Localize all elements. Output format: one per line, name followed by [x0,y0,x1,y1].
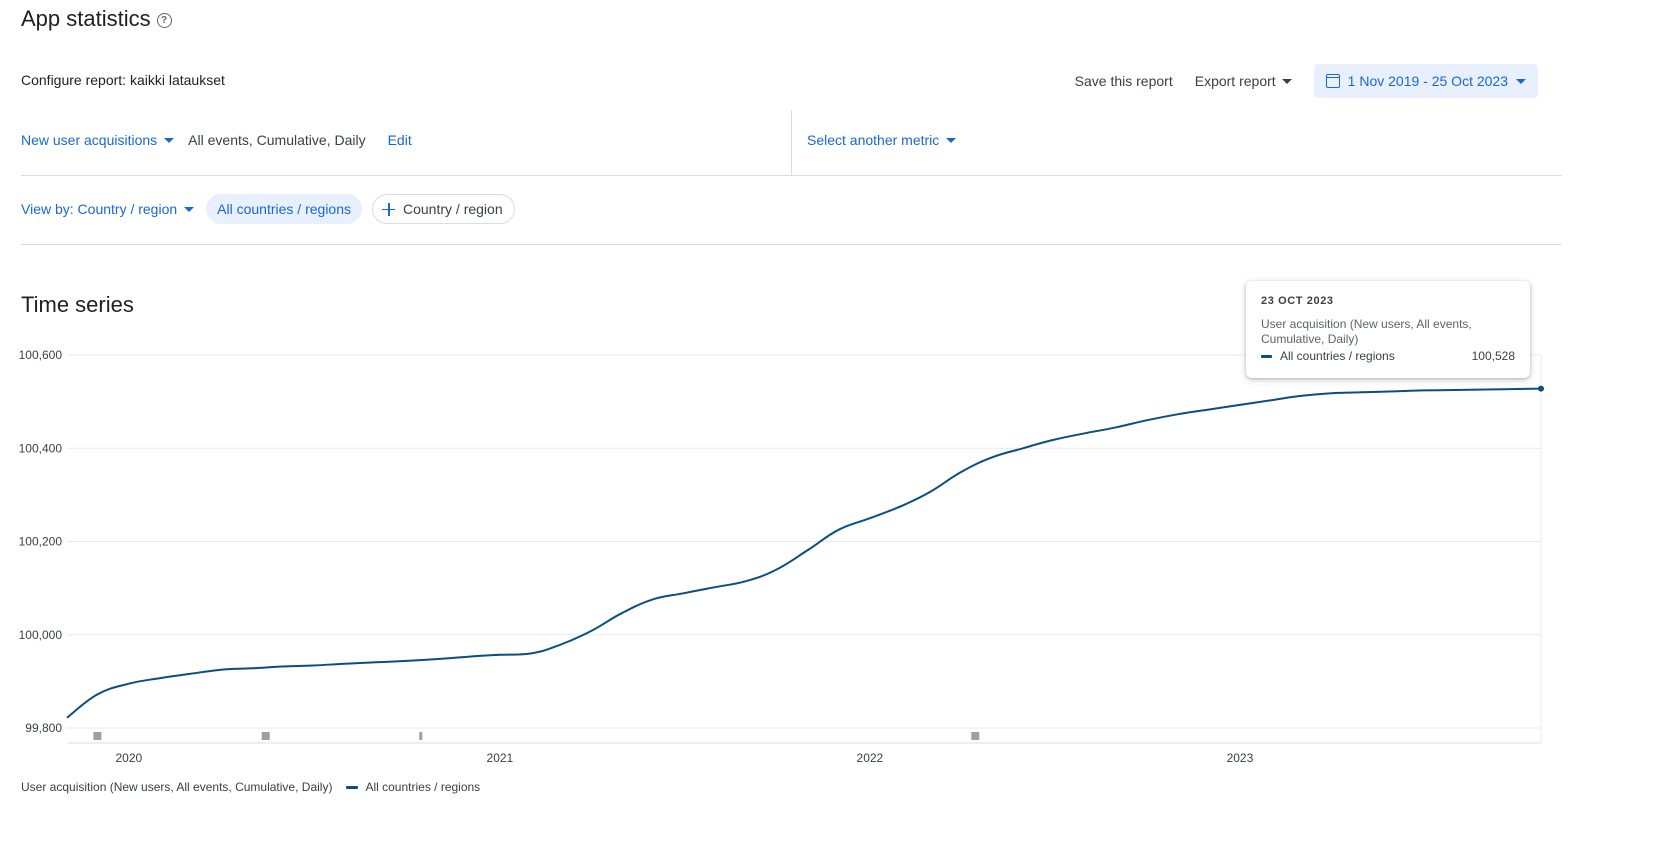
metric-selector[interactable]: New user acquisitions [21,132,175,148]
chevron-down-icon [1516,78,1526,84]
annotation-marker [971,732,980,740]
y-tick-label: 100,200 [19,535,63,549]
legend-metric: User acquisition (New users, All events,… [21,780,333,794]
x-tick-label: 2021 [487,751,514,765]
annotation-markers [93,732,980,740]
calendar-icon [1325,74,1340,88]
tooltip-metric: User acquisition (New users, All events,… [1261,317,1472,346]
annotation-marker [419,732,423,740]
y-tick-label: 99,800 [25,721,62,735]
y-tick-label: 100,000 [19,628,63,642]
y-tick-label: 100,600 [19,348,63,362]
tooltip-date: 23 OCT 2023 [1261,295,1334,307]
export-report-button[interactable]: Export report [1195,64,1292,98]
x-tick-label: 2020 [115,751,142,765]
y-axis-ticks: 99,800 100,000 100,200 100,400 100,600 [19,348,63,735]
all-countries-chip[interactable]: All countries / regions [206,194,362,224]
annotation-marker [93,732,102,740]
chevron-down-icon [184,206,195,212]
chevron-down-icon [1281,78,1292,84]
top-actions: Save this report Export report 1 Nov 201… [1075,64,1538,98]
x-tick-label: 2023 [1227,751,1254,765]
x-tick-label: 2022 [857,751,884,765]
select-another-metric[interactable]: Select another metric [807,132,957,148]
view-inner: View by: Country / region All countries … [21,194,515,224]
metric-divider [791,110,792,176]
tooltip-row: All countries / regions 100,528 [1261,349,1515,363]
tooltip-series: All countries / regions [1280,349,1395,363]
chart-legend: User acquisition (New users, All events,… [21,780,480,794]
chevron-down-icon [946,137,957,143]
metric-detail: All events, Cumulative, Daily [188,132,366,148]
metric-right: Select another metric [807,132,957,148]
add-country-chip[interactable]: Country / region [372,194,515,224]
help-circle-icon[interactable]: ? [156,13,172,28]
configure-report-label: Configure report: kaikki lataukset [21,72,225,88]
page-title-text: App statistics [21,6,151,31]
edit-metric-link[interactable]: Edit [388,132,412,148]
legend-item[interactable]: All countries / regions [346,780,480,794]
select-another-metric-label: Select another metric [807,132,940,148]
y-tick-label: 100,400 [19,441,63,455]
metric-left: New user acquisitions All events, Cumula… [21,132,412,148]
export-report-label: Export report [1194,73,1276,89]
page-title: App statistics ? [21,6,172,32]
metric-selector-label: New user acquisitions [21,132,158,148]
date-range-label: 1 Nov 2019 - 25 Oct 2023 [1347,73,1508,89]
section-title: Time series [21,292,134,317]
view-row: View by: Country / region All countries … [21,176,1562,245]
x-axis-ticks: 2020 2021 2022 2023 [115,751,1253,765]
tooltip-value: 100,528 [1471,349,1515,363]
annotation-marker [261,732,270,740]
save-report-label: Save this report [1074,73,1173,89]
legend-swatch [346,785,359,789]
save-report-button[interactable]: Save this report [1075,64,1173,98]
add-country-label: Country / region [403,201,503,217]
chevron-down-icon [164,137,175,143]
view-by-label: View by: Country / region [21,201,178,217]
metric-row: New user acquisitions All events, Cumula… [21,110,1562,176]
chart-tooltip: 23 OCT 2023 User acquisition (New users,… [1246,281,1530,378]
chart-grid [67,354,1542,744]
tooltip-series-swatch [1261,354,1272,358]
plus-icon [382,202,395,216]
view-by-selector[interactable]: View by: Country / region [21,201,195,217]
series-end-point[interactable] [1538,385,1544,392]
series-line-all-countries [66,387,1542,719]
date-range-button[interactable]: 1 Nov 2019 - 25 Oct 2023 [1313,64,1538,98]
legend-series: All countries / regions [365,780,481,794]
time-series-chart[interactable]: 99,800100,000100,200100,400100,600 2020 2… [0,340,1560,770]
